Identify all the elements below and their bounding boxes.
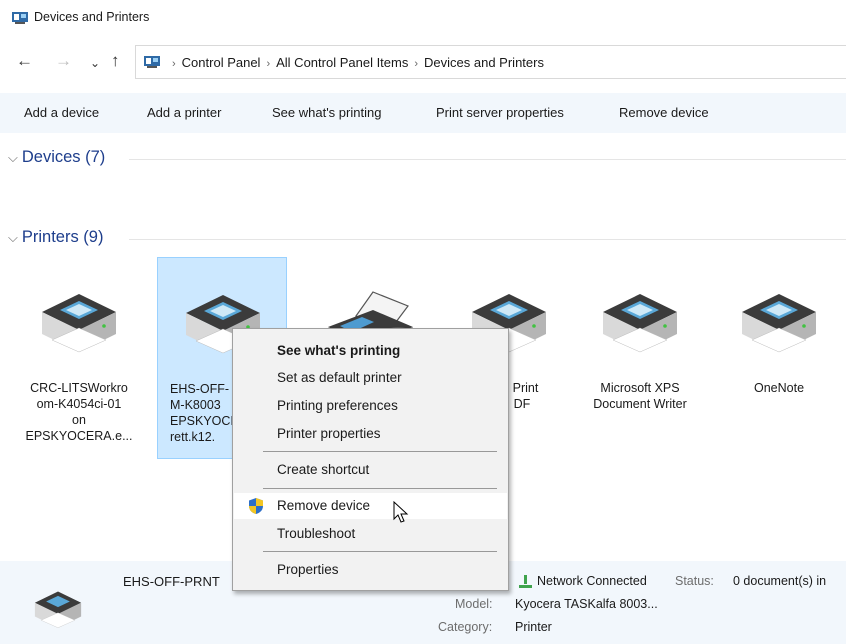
printer-tile[interactable]: OneNote <box>714 257 844 459</box>
up-arrow-icon[interactable]: ↑ <box>111 51 120 71</box>
breadcrumb: › Control Panel › All Control Panel Items › D… <box>166 55 544 70</box>
breadcrumb-separator[interactable]: › <box>266 58 270 70</box>
category-value: Printer <box>515 620 552 634</box>
mouse-cursor-icon <box>393 501 409 523</box>
status-value: Network Connected <box>537 574 647 588</box>
category-label: Category: <box>438 620 493 634</box>
menu-separator <box>263 451 497 452</box>
breadcrumb-devices-printers[interactable]: Devices and Printers <box>424 55 544 70</box>
chevron-down-icon: ⌵ <box>8 150 18 165</box>
printer-label: CRC-LITSWorkro om-K4054ci-01 on EPSKYOCE… <box>25 381 133 443</box>
printer-tile[interactable]: Microsoft XPS Document Writer <box>575 257 705 459</box>
printers-group-label: Printers (9) <box>21 228 104 246</box>
menu-item-troubleshoot[interactable]: Troubleshoot <box>234 521 507 547</box>
device-name: EHS-OFF-PRNT <box>123 574 220 589</box>
control-panel-icon <box>144 56 160 68</box>
breadcrumb-all-items[interactable]: All Control Panel Items <box>276 55 408 70</box>
print-server-properties-button[interactable]: Print server properties <box>436 105 564 120</box>
printer-label: OneNote <box>753 381 805 395</box>
menu-separator <box>263 551 497 552</box>
devices-printers-icon <box>12 12 28 24</box>
breadcrumb-control-panel[interactable]: Control Panel <box>182 55 261 70</box>
menu-item-set-default-printer[interactable]: Set as default printer <box>234 365 507 391</box>
status-label: Status: <box>675 574 714 588</box>
menu-item-label: Properties <box>277 562 339 577</box>
group-divider <box>129 159 846 160</box>
forward-arrow-icon[interactable]: → <box>55 51 72 71</box>
window-title: Devices and Printers <box>34 10 150 24</box>
devices-group-label: Devices (7) <box>21 148 106 166</box>
menu-item-label: Remove device <box>277 498 371 513</box>
menu-item-label: Create shortcut <box>277 462 370 477</box>
back-arrow-icon[interactable]: ← <box>16 51 33 71</box>
title-bar: Devices and Printers <box>0 0 846 36</box>
remove-device-button[interactable]: Remove device <box>619 105 709 120</box>
menu-item-label: Printing preferences <box>277 398 398 413</box>
command-bar: Add a device Add a printer See what's pr… <box>0 93 846 133</box>
menu-item-see-whats-printing[interactable]: See what's printing <box>234 338 507 364</box>
group-divider <box>129 239 846 240</box>
uac-shield-icon <box>249 498 263 514</box>
menu-item-label: Troubleshoot <box>277 526 356 541</box>
breadcrumb-separator[interactable]: › <box>414 58 418 70</box>
printer-icon <box>34 591 82 628</box>
context-menu: See what's printing Set as default print… <box>232 328 509 591</box>
model-value: Kyocera TASKalfa 8003... <box>515 597 658 611</box>
menu-item-remove-device[interactable]: Remove device <box>234 493 507 519</box>
add-printer-button[interactable]: Add a printer <box>147 105 221 120</box>
menu-item-properties[interactable]: Properties <box>234 557 507 583</box>
documents-value: 0 document(s) in <box>733 574 827 588</box>
see-whats-printing-button[interactable]: See what's printing <box>272 105 381 120</box>
printer-label: Microsoft XPS Document Writer <box>593 381 687 411</box>
menu-item-label: See what's printing <box>277 343 401 358</box>
menu-item-create-shortcut[interactable]: Create shortcut <box>234 457 507 483</box>
menu-item-printing-preferences[interactable]: Printing preferences <box>234 393 507 419</box>
devices-group-header[interactable]: ⌵ Devices (7) <box>8 148 105 167</box>
chevron-down-icon: ⌵ <box>8 230 18 245</box>
recent-locations-chevron-icon[interactable]: ⌄ <box>90 53 100 73</box>
menu-item-label: Printer properties <box>277 426 381 441</box>
printer-tile[interactable]: CRC-LITSWorkro om-K4054ci-01 on EPSKYOCE… <box>14 257 144 459</box>
printer-icon <box>742 294 816 353</box>
printer-icon <box>42 294 116 353</box>
printer-icon <box>603 294 677 353</box>
add-device-button[interactable]: Add a device <box>24 105 99 120</box>
printers-group-header[interactable]: ⌵ Printers (9) <box>8 228 103 247</box>
menu-item-printer-properties[interactable]: Printer properties <box>234 421 507 447</box>
menu-item-label: Set as default printer <box>277 370 402 385</box>
network-connected-icon <box>519 575 532 588</box>
menu-separator <box>263 488 497 489</box>
breadcrumb-separator: › <box>172 58 176 70</box>
model-label: Model: <box>455 597 493 611</box>
address-bar[interactable]: › Control Panel › All Control Panel Items › D… <box>135 45 846 79</box>
